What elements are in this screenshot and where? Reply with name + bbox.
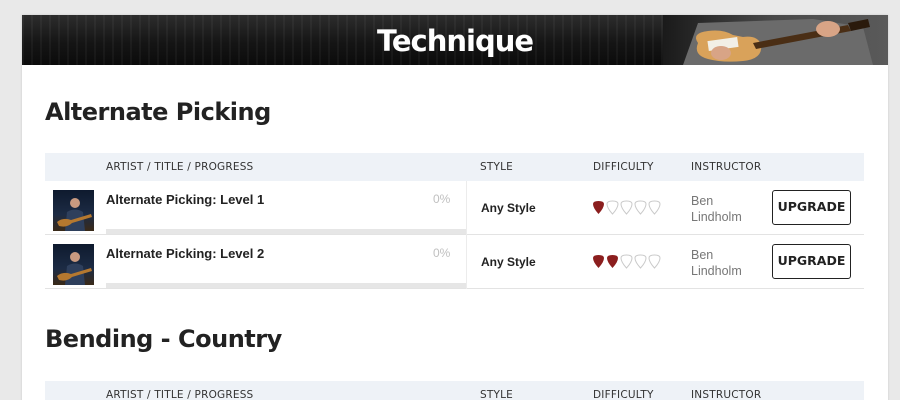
lesson-style: Any Style <box>481 201 536 215</box>
technique-panel: Technique Alternate Picking ARTIST / TIT… <box>22 15 888 400</box>
lesson-row[interactable]: Alternate Picking: Level 2 0% Any Style … <box>45 235 864 289</box>
pick-empty-icon <box>648 200 661 215</box>
pick-empty-icon <box>620 200 633 215</box>
cell-divider <box>466 181 467 235</box>
lesson-thumbnail[interactable] <box>53 190 94 231</box>
section-title: Alternate Picking <box>45 98 271 126</box>
progress-percent: 0% <box>433 192 451 206</box>
header-instructor: INSTRUCTOR <box>691 161 762 173</box>
lesson-title[interactable]: Alternate Picking: Level 2 <box>106 246 264 261</box>
progress-percent: 0% <box>433 246 451 260</box>
instructor-first-name: Ben <box>691 248 714 262</box>
category-banner: Technique <box>22 15 888 65</box>
pick-empty-icon <box>606 200 619 215</box>
lessons-table: ARTIST / TITLE / PROGRESS STYLE DIFFICUL… <box>45 153 864 289</box>
guitarist-photo-icon <box>663 15 888 65</box>
lesson-thumbnail[interactable] <box>53 244 94 285</box>
pick-filled-icon <box>607 255 618 268</box>
pick-filled-icon <box>593 255 604 268</box>
section-title: Bending - Country <box>45 325 282 353</box>
lessons-table: ARTIST / TITLE / PROGRESS STYLE DIFFICUL… <box>45 381 864 400</box>
table-header: ARTIST / TITLE / PROGRESS STYLE DIFFICUL… <box>45 153 864 181</box>
difficulty-rating <box>592 254 662 270</box>
instructor-first-name: Ben <box>691 194 714 208</box>
header-style: STYLE <box>480 161 513 173</box>
header-style: STYLE <box>480 389 513 400</box>
pick-empty-icon <box>620 254 633 269</box>
pick-empty-icon <box>634 200 647 215</box>
cell-divider <box>466 235 467 289</box>
lesson-style: Any Style <box>481 255 536 269</box>
difficulty-rating <box>592 200 662 216</box>
progress-bar <box>106 283 466 288</box>
table-header: ARTIST / TITLE / PROGRESS STYLE DIFFICUL… <box>45 381 864 400</box>
lesson-title[interactable]: Alternate Picking: Level 1 <box>106 192 264 207</box>
pick-filled-icon <box>593 201 604 214</box>
upgrade-button[interactable]: UPGRADE <box>772 190 851 225</box>
instructor-name[interactable]: Ben Lindholm <box>691 247 761 279</box>
header-artist: ARTIST / TITLE / PROGRESS <box>106 389 254 400</box>
upgrade-button[interactable]: UPGRADE <box>772 244 851 279</box>
instructor-photo-icon <box>57 198 92 231</box>
header-artist: ARTIST / TITLE / PROGRESS <box>106 161 254 173</box>
instructor-photo-icon <box>57 252 92 285</box>
pick-empty-icon <box>634 254 647 269</box>
instructor-last-name: Lindholm <box>691 210 742 224</box>
header-difficulty: DIFFICULTY <box>593 389 654 400</box>
header-difficulty: DIFFICULTY <box>593 161 654 173</box>
header-instructor: INSTRUCTOR <box>691 389 762 400</box>
instructor-last-name: Lindholm <box>691 264 742 278</box>
pick-empty-icon <box>648 254 661 269</box>
instructor-name[interactable]: Ben Lindholm <box>691 193 761 225</box>
lesson-row[interactable]: Alternate Picking: Level 1 0% Any Style … <box>45 181 864 235</box>
progress-bar <box>106 229 466 234</box>
